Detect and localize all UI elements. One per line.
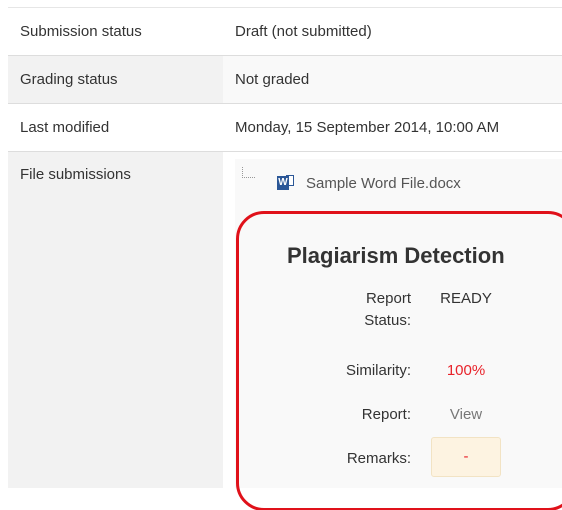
remarks-label: Remarks: — [346, 450, 411, 467]
row-label: Last modified — [8, 103, 223, 152]
file-submissions-panel: W Sample Word File.docx Plagiarism Detec… — [235, 159, 562, 488]
table-row: Submission status Draft (not submitted) — [8, 7, 562, 56]
submission-page: Submission status Draft (not submitted) … — [0, 0, 562, 510]
report-status-value: READY — [440, 290, 492, 307]
report-view-link[interactable]: View — [431, 404, 501, 426]
file-link-row[interactable]: W Sample Word File.docx — [277, 173, 461, 193]
word-document-icon: W — [277, 175, 294, 191]
similarity-label: Similarity: — [345, 362, 411, 379]
submission-status-table: Submission status Draft (not submitted) … — [8, 7, 562, 488]
report-status-label: Report Status: — [301, 288, 411, 332]
row-label: File submissions — [8, 151, 223, 488]
row-label: Grading status — [8, 55, 223, 104]
row-label: Submission status — [8, 7, 223, 56]
grading-status-value: Not graded — [223, 55, 562, 104]
plagiarism-title: Plagiarism Detection — [287, 243, 505, 268]
plagiarism-detection-panel: Plagiarism Detection Report Status: READ… — [281, 215, 562, 485]
file-name-link[interactable]: Sample Word File.docx — [306, 175, 461, 192]
tree-connector — [242, 167, 255, 178]
report-status-label-line2: Status: — [364, 312, 411, 329]
file-submissions-cell: W Sample Word File.docx Plagiarism Detec… — [223, 151, 562, 488]
table-row: Last modified Monday, 15 September 2014,… — [8, 103, 562, 152]
table-row: File submissions W Sample Word File.docx… — [8, 151, 562, 488]
similarity-value: 100% — [446, 362, 486, 379]
report-status-label-line1: Report — [365, 290, 411, 307]
last-modified-value: Monday, 15 September 2014, 10:00 AM — [223, 103, 562, 152]
report-label: Report: — [361, 406, 411, 423]
table-row: Grading status Not graded — [8, 55, 562, 104]
remarks-value: - — [431, 437, 501, 477]
submission-status-value: Draft (not submitted) — [223, 7, 562, 56]
